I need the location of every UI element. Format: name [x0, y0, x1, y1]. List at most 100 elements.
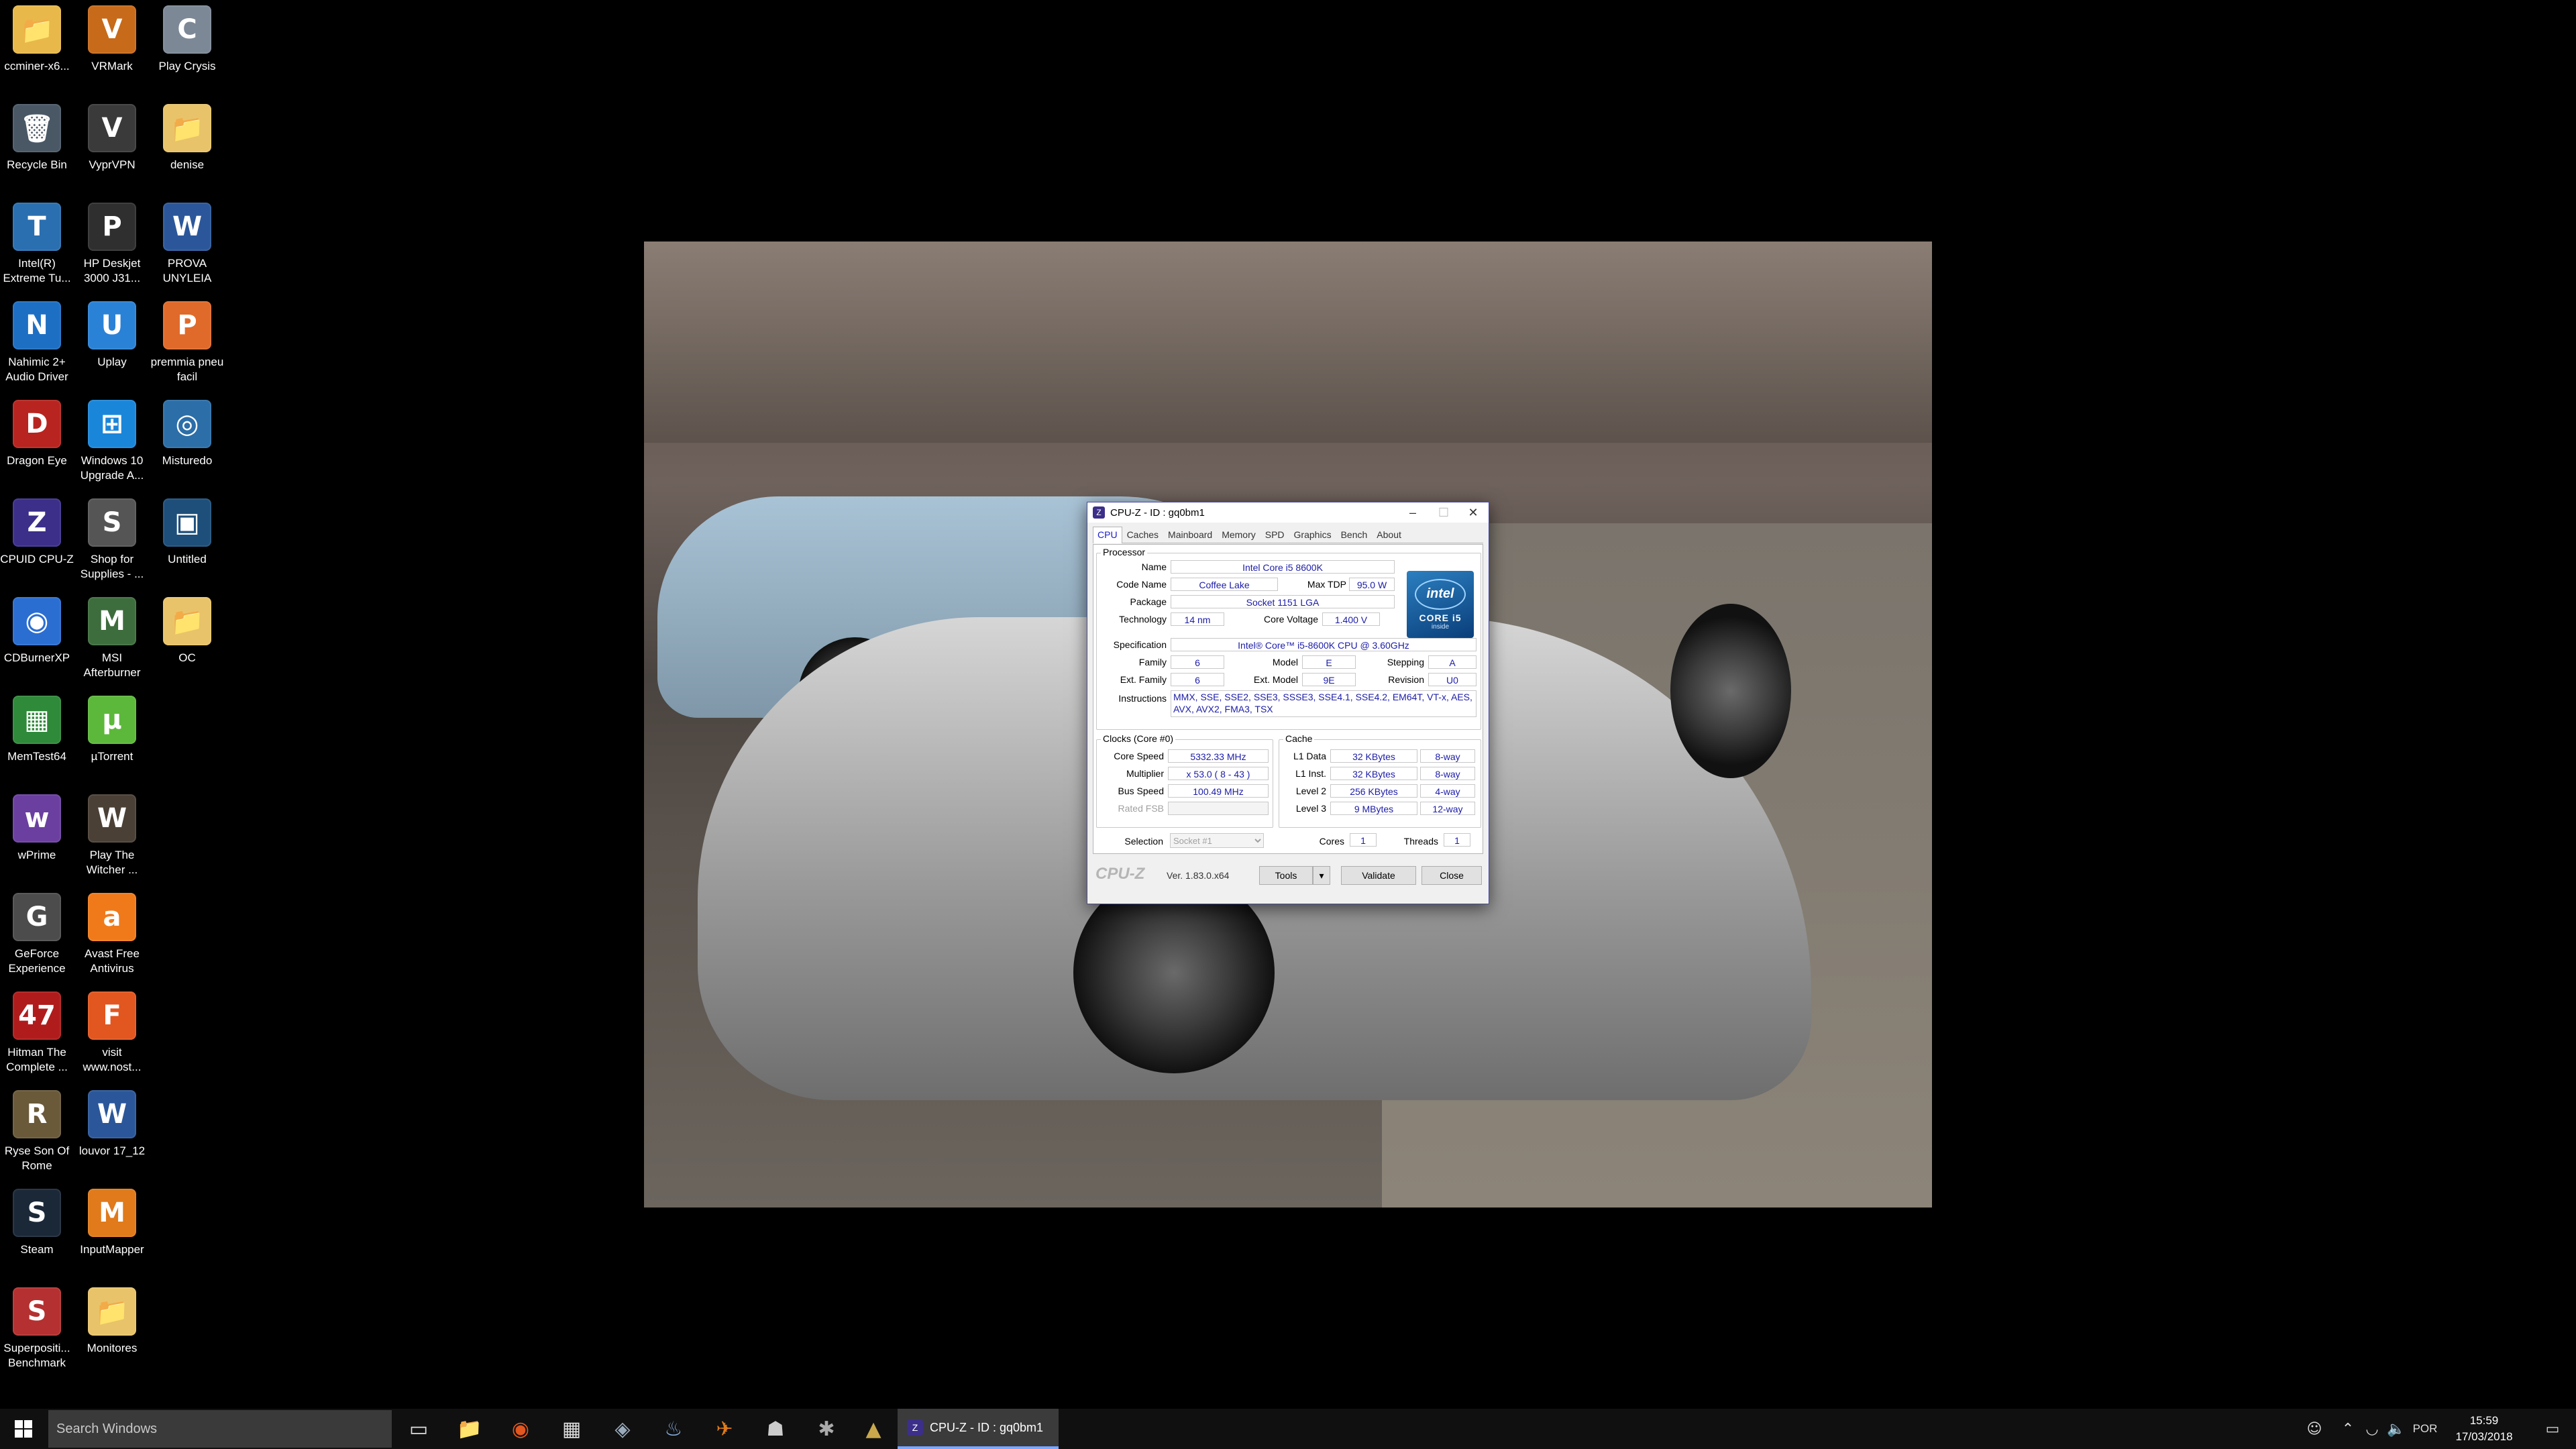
steam-icon[interactable]: ♨ [649, 1409, 698, 1449]
desktop-icon[interactable]: 📁 OC [150, 592, 224, 686]
tools-button[interactable]: Tools [1259, 866, 1313, 885]
desktop-icon-label: louvor 17_12 [78, 1144, 146, 1157]
tools-button-label: Tools [1275, 870, 1297, 881]
l1data-way: 8-way [1420, 749, 1475, 763]
tab-about[interactable]: About [1372, 527, 1406, 543]
tab-graphics[interactable]: Graphics [1289, 527, 1336, 543]
desktop-icon[interactable]: V VRMark [75, 0, 149, 94]
desktop-icon[interactable]: 📁 denise [150, 99, 224, 193]
desktop-app-icon: a [88, 893, 136, 941]
cpuz-version: Ver. 1.83.0.x64 [1167, 870, 1230, 881]
crysis-icon[interactable]: ☗ [751, 1409, 800, 1449]
file-explorer-icon[interactable]: 📁 [445, 1409, 494, 1449]
desktop-icon[interactable]: µ µTorrent [75, 690, 149, 784]
validate-button[interactable]: Validate [1341, 866, 1416, 885]
desktop-icon[interactable]: Z CPUID CPU-Z [0, 493, 74, 587]
desktop-icon[interactable]: ▣ Untitled [150, 493, 224, 587]
desktop-icon[interactable]: 🗑 Recycle Bin [0, 99, 74, 193]
desktop-icon-label: Recycle Bin [7, 158, 67, 171]
spider-icon[interactable]: ✱ [802, 1409, 851, 1449]
task-view-icon[interactable]: ▭ [394, 1409, 443, 1449]
desktop-icon[interactable]: Ppremmia pneu facil [150, 296, 224, 390]
desktop-icon[interactable]: M MSI Afterburner [75, 592, 149, 686]
app-icon[interactable]: ◈ [598, 1409, 647, 1449]
desktop-icon[interactable]: a Avast Free Antivirus [75, 888, 149, 981]
desktop-icon[interactable]: M InputMapper [75, 1183, 149, 1277]
tools-dropdown-button[interactable]: ▾ [1313, 866, 1330, 885]
desktop-app-icon: N [13, 301, 61, 350]
taskbar-cpuz-button[interactable]: Z CPU-Z - ID : gq0bm1 [898, 1409, 1059, 1449]
selection-label: Selection [1124, 836, 1163, 847]
desktop-icon[interactable]: w wPrime [0, 789, 74, 883]
desktop-icon[interactable]: V VyprVPN [75, 99, 149, 193]
corespeed-value: 5332.33 MHz [1168, 749, 1269, 763]
taskbar-cpuz-label: CPU-Z - ID : gq0bm1 [930, 1420, 1044, 1434]
cpuz-window[interactable]: Z CPU-Z - ID : gq0bm1 – ☐ ✕ CPU Caches Mai… [1087, 502, 1489, 904]
volume-icon[interactable]: 🔈 [2383, 1409, 2410, 1449]
desktop-app-icon: P [88, 203, 136, 251]
processor-group: Processor Name Intel Core i5 8600K Code … [1096, 547, 1481, 730]
tab-memory[interactable]: Memory [1217, 527, 1260, 543]
cpuz-icon: Z [907, 1419, 923, 1436]
l1data-label: L1 Data [1293, 751, 1326, 761]
selection-dropdown[interactable]: Socket #1 [1170, 833, 1264, 848]
desktop-icon[interactable]: ▦ MemTest64 [0, 690, 74, 784]
desktop-icon[interactable]: P HP Deskjet 3000 J31... [75, 197, 149, 291]
desktop-icon[interactable]: G GeForce Experience [0, 888, 74, 981]
network-icon[interactable]: ◡ [2359, 1409, 2385, 1449]
desktop-app-icon: ◉ [13, 597, 61, 645]
desktop-icon[interactable]: S Steam [0, 1183, 74, 1277]
chevron-up-icon[interactable]: ⌃ [2334, 1409, 2361, 1449]
desktop-icon-label: HP Deskjet 3000 J31... [83, 257, 141, 284]
desktop-icon-label: Monitores [87, 1342, 138, 1354]
tab-spd[interactable]: SPD [1260, 527, 1289, 543]
calculator-icon[interactable]: ▦ [547, 1409, 596, 1449]
desktop-icon[interactable]: 47 Hitman The Complete ... [0, 986, 74, 1080]
desktop-icon[interactable]: R Ryse Son Of Rome [0, 1085, 74, 1179]
notifications-icon[interactable]: ▭ [2536, 1409, 2569, 1449]
desktop-app-icon: ▣ [163, 498, 211, 547]
desktop-icon[interactable]: U Uplay [75, 296, 149, 390]
desktop-icon[interactable]: T Intel(R) Extreme Tu... [0, 197, 74, 291]
desktop-icon[interactable]: ◉ CDBurnerXP [0, 592, 74, 686]
desktop-icon[interactable]: Fvisit www.nost... [75, 986, 149, 1080]
close-window-button[interactable]: ✕ [1458, 502, 1489, 523]
desktop-icon[interactable]: ◎ Misturedo [150, 394, 224, 488]
desktop-app-icon: 47 [13, 991, 61, 1040]
desktop-icon[interactable]: D Dragon Eye [0, 394, 74, 488]
desktop-icon[interactable]: S Shop for Supplies - ... [75, 493, 149, 587]
tab-bench[interactable]: Bench [1336, 527, 1373, 543]
close-button[interactable]: Close [1421, 866, 1482, 885]
start-button[interactable] [0, 1409, 47, 1449]
desktop-icon[interactable]: 📁 ccminer-x6... [0, 0, 74, 94]
taskbar-clock[interactable]: 15:59 17/03/2018 [2434, 1413, 2534, 1445]
tab-cpu[interactable]: CPU [1093, 527, 1122, 543]
revision-label: Revision [1388, 674, 1424, 685]
assassins-creed-icon[interactable]: ▲ [849, 1409, 898, 1449]
desktop-icon[interactable]: S Superpositi... Benchmark [0, 1282, 74, 1376]
desktop-icon[interactable]: Wlouvor 17_12 [75, 1085, 149, 1179]
desktop-icon[interactable]: W Play The Witcher ... [75, 789, 149, 883]
tab-mainboard[interactable]: Mainboard [1163, 527, 1217, 543]
desktop-icon-label: Uplay [97, 356, 127, 368]
tab-caches[interactable]: Caches [1122, 527, 1163, 543]
desktop-app-icon: S [13, 1189, 61, 1237]
specification-value: Intel® Core™ i5-8600K CPU @ 3.60GHz [1171, 638, 1477, 651]
desktop-icon[interactable]: W PROVA UNYLEIA [150, 197, 224, 291]
afterburner-icon[interactable]: ✈ [700, 1409, 749, 1449]
firefox-icon[interactable]: ◉ [496, 1409, 545, 1449]
desktop-icon[interactable]: ⊞ Windows 10 Upgrade A... [75, 394, 149, 488]
ratedfsb-value [1168, 802, 1269, 815]
minimize-button[interactable]: – [1397, 502, 1428, 523]
desktop-app-icon: V [88, 5, 136, 54]
cpuz-titlebar[interactable]: Z CPU-Z - ID : gq0bm1 – ☐ ✕ [1087, 502, 1489, 523]
maximize-button[interactable]: ☐ [1428, 502, 1459, 523]
desktop-icon[interactable]: C Play Crysis [150, 0, 224, 94]
taskbar-search-box[interactable]: Search Windows [48, 1410, 392, 1448]
cpu-tab-panel: Processor Name Intel Core i5 8600K Code … [1093, 544, 1483, 854]
desktop-icon-label: CDBurnerXP [3, 651, 70, 664]
desktop-icon[interactable]: N Nahimic 2+ Audio Driver [0, 296, 74, 390]
desktop-icon[interactable]: 📁 Monitores [75, 1282, 149, 1376]
desktop-app-icon: M [88, 597, 136, 645]
people-icon[interactable]: ☺ [2301, 1409, 2328, 1449]
